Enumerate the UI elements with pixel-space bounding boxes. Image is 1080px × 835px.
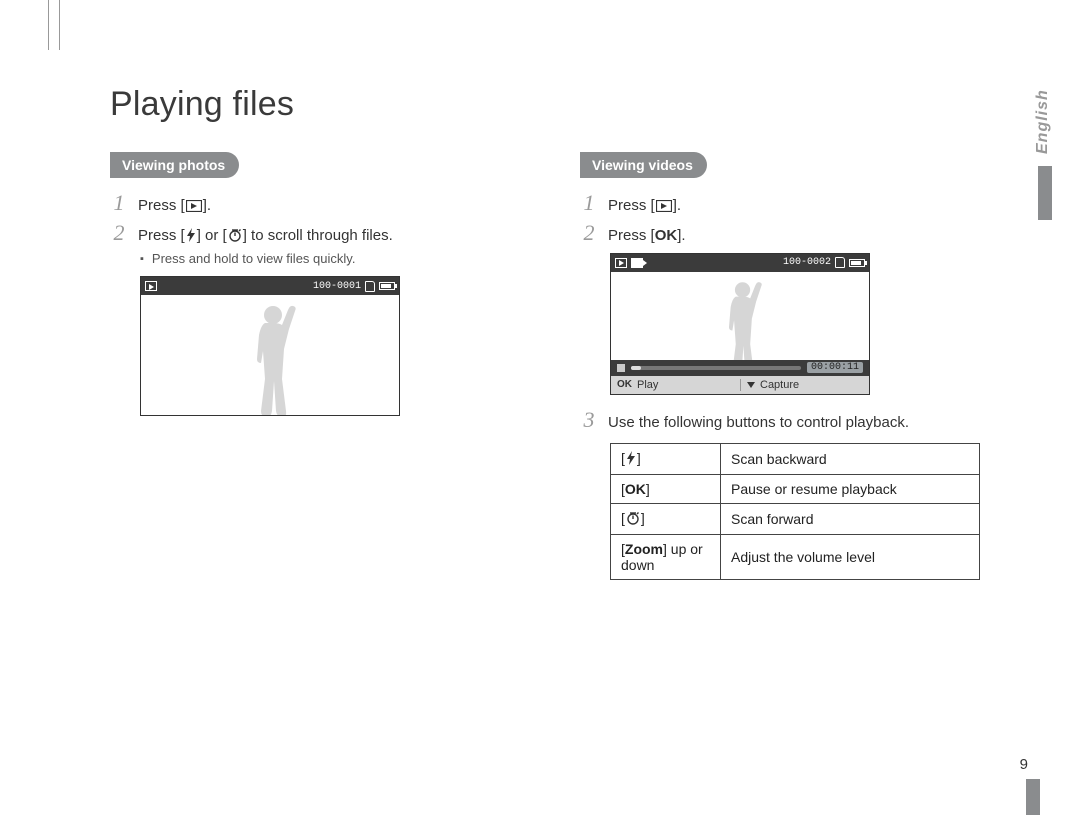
step-number: 1 xyxy=(580,192,598,214)
side-tab-block xyxy=(1038,166,1052,220)
control-label: Capture xyxy=(760,379,799,391)
videos-step-3: 3 Use the following buttons to control p… xyxy=(580,409,1000,433)
table-cell-desc: Adjust the volume level xyxy=(721,534,980,579)
step-text: Press [ ] or [ ] to scroll through files. xyxy=(138,226,530,248)
control-hint-capture: Capture xyxy=(740,379,869,391)
step-number: 2 xyxy=(580,222,598,244)
playback-icon xyxy=(186,198,202,218)
control-hint-row: OK Play Capture xyxy=(611,376,869,394)
timer-icon xyxy=(228,228,242,248)
ok-icon: OK xyxy=(617,379,632,390)
videos-step-1: 1 Press []. xyxy=(580,192,1000,218)
step-text: Press []. xyxy=(608,196,1000,218)
section-header-photos: Viewing photos xyxy=(110,152,239,178)
playback-mode-icon xyxy=(615,258,627,268)
timer-icon xyxy=(626,511,640,528)
photos-step-1: 1 Press []. xyxy=(110,192,530,218)
screen-body xyxy=(141,295,399,415)
person-silhouette-icon xyxy=(235,301,305,415)
screen-header: 100-0001 xyxy=(141,277,399,295)
side-language-label: English xyxy=(1034,82,1052,162)
text-frag: Press [ xyxy=(608,197,655,214)
step-text: Press [OK]. xyxy=(608,226,1000,246)
text-frag: ]. xyxy=(203,197,211,214)
memory-card-icon xyxy=(365,281,375,292)
table-row: [] Scan backward xyxy=(611,443,980,474)
step-number: 2 xyxy=(110,222,128,244)
table-row: [] Scan forward xyxy=(611,503,980,534)
side-language-tab: English xyxy=(1034,82,1056,262)
progress-track xyxy=(631,366,801,370)
manual-page: Playing files English Viewing photos 1 P… xyxy=(0,0,1080,835)
playback-icon xyxy=(656,198,672,218)
text-frag: ]. xyxy=(673,197,681,214)
playback-controls-table: [] Scan backward [OK] Pause or resume pl… xyxy=(610,443,980,580)
step-text: Use the following buttons to control pla… xyxy=(608,413,1000,433)
videos-step-2: 2 Press [OK]. xyxy=(580,222,1000,246)
progress-row: 00:00:11 xyxy=(611,360,869,376)
text-frag: ] or [ xyxy=(197,227,227,244)
table-cell-key: [OK] xyxy=(611,474,721,503)
timecode: 00:00:11 xyxy=(807,362,863,373)
crop-marks xyxy=(48,0,60,50)
battery-icon xyxy=(849,259,865,267)
file-counter: 100-0002 xyxy=(783,257,831,268)
progress-fill xyxy=(631,366,641,370)
table-row: [Zoom] up or down Adjust the volume leve… xyxy=(611,534,980,579)
video-file-icon xyxy=(631,258,643,268)
screen-body: 00:00:11 xyxy=(611,272,869,376)
section-header-videos: Viewing videos xyxy=(580,152,707,178)
step-number: 1 xyxy=(110,192,128,214)
page-number: 9 xyxy=(1020,756,1028,773)
bullet-dot-icon: ▪ xyxy=(140,251,144,269)
ok-label: OK xyxy=(625,481,646,497)
control-label: Play xyxy=(637,379,658,391)
photos-sub-bullet: ▪ Press and hold to view files quickly. xyxy=(140,251,530,269)
table-cell-key: [] xyxy=(611,503,721,534)
flash-icon xyxy=(626,451,636,468)
table-cell-key: [Zoom] up or down xyxy=(611,534,721,579)
table-cell-key: [] xyxy=(611,443,721,474)
photos-step-2: 2 Press [ ] or [ ] to scroll through files… xyxy=(110,222,530,248)
left-column: Viewing photos 1 Press []. 2 Press [ ] or… xyxy=(110,152,530,580)
flash-icon xyxy=(186,228,196,248)
page-number-tab xyxy=(1026,779,1040,815)
table-cell-desc: Pause or resume playback xyxy=(721,474,980,503)
table-cell-desc: Scan backward xyxy=(721,443,980,474)
video-screen-illustration: 100-0002 xyxy=(610,253,870,395)
battery-icon xyxy=(379,282,395,290)
text-frag: Press [ xyxy=(138,197,185,214)
ok-label: OK xyxy=(655,227,678,244)
playback-mode-icon xyxy=(145,281,157,291)
content-columns: Viewing photos 1 Press []. 2 Press [ ] or… xyxy=(110,152,1020,580)
stop-icon xyxy=(617,364,625,372)
zoom-label: Zoom xyxy=(625,541,663,557)
sub-bullet-text: Press and hold to view files quickly. xyxy=(152,251,356,269)
screen-header: 100-0002 xyxy=(611,254,869,272)
screen-footer: 00:00:11 xyxy=(611,360,869,376)
down-triangle-icon xyxy=(747,382,755,388)
text-frag: Press [ xyxy=(608,227,655,244)
step-number: 3 xyxy=(580,409,598,431)
page-title: Playing files xyxy=(110,85,1020,124)
text-frag: ]. xyxy=(677,227,685,244)
text-frag: Press [ xyxy=(138,227,185,244)
text-frag: ] to scroll through files. xyxy=(243,227,393,244)
step-text: Press []. xyxy=(138,196,530,218)
table-cell-desc: Scan forward xyxy=(721,503,980,534)
file-counter: 100-0001 xyxy=(313,281,361,292)
table-row: [OK] Pause or resume playback xyxy=(611,474,980,503)
memory-card-icon xyxy=(835,257,845,268)
right-column: Viewing videos 1 Press []. 2 Press [OK]. xyxy=(580,152,1000,580)
photo-screen-illustration: 100-0001 xyxy=(140,276,400,416)
control-hint-play: OK Play xyxy=(611,379,740,391)
